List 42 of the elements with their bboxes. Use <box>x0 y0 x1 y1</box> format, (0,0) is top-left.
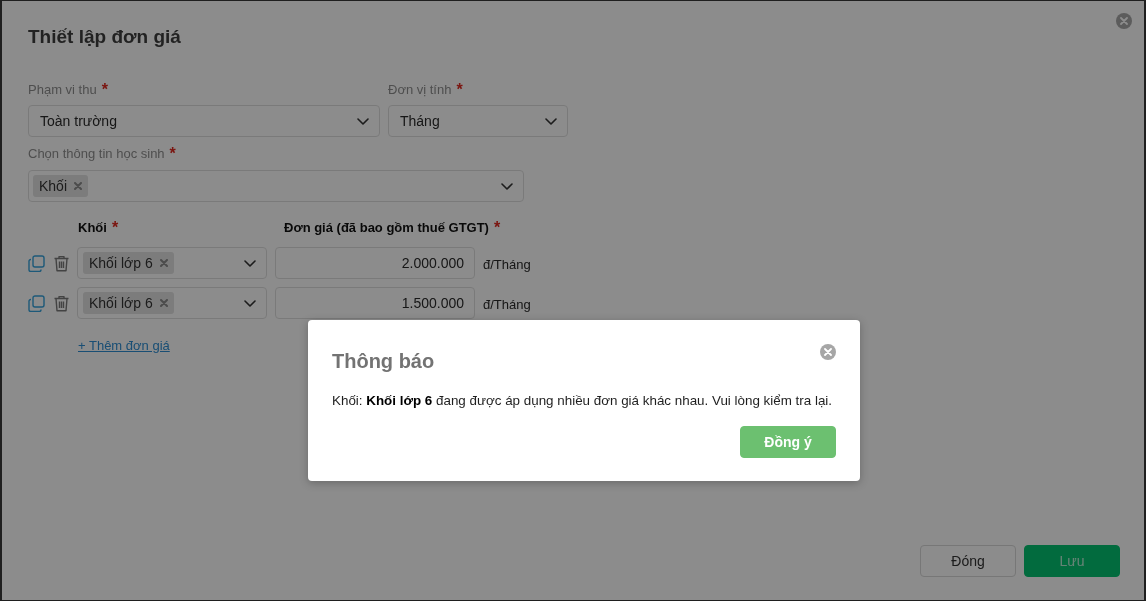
column-header: Đơn giá (đã bao gồm thuế GTGT) <box>284 220 489 236</box>
confirm-button[interactable]: Đồng ý <box>740 426 836 458</box>
multi-select-field[interactable]: Khối lớp 6 <box>77 287 267 319</box>
required-asterisk: * <box>169 145 176 163</box>
copy-icon[interactable] <box>28 254 45 272</box>
tag-label: Khối lớp 6 <box>89 295 153 311</box>
trash-icon[interactable] <box>53 294 70 312</box>
required-asterisk: * <box>111 219 119 237</box>
close-button[interactable]: Đóng <box>920 545 1016 577</box>
required-asterisk: * <box>456 81 463 99</box>
notice-title: Thông báo <box>332 349 435 374</box>
chevron-down-icon <box>244 299 256 307</box>
remove-icon[interactable] <box>159 259 168 267</box>
chevron-down-icon <box>357 117 369 125</box>
unit-label: đ/Tháng <box>483 295 531 312</box>
column-header: Khối <box>78 220 107 236</box>
close-icon[interactable] <box>820 344 836 360</box>
close-icon[interactable] <box>1116 13 1132 29</box>
tag-label: Khối lớp 6 <box>89 255 153 271</box>
tag-label: Khối <box>39 178 68 194</box>
add-price-link[interactable]: + Thêm đơn giá <box>78 338 170 354</box>
price-input[interactable]: 2.000.000 <box>275 247 475 279</box>
required-asterisk: * <box>493 219 501 237</box>
field-label: Đơn vị tính <box>388 82 452 98</box>
copy-icon[interactable] <box>28 294 45 312</box>
chevron-down-icon <box>545 117 557 125</box>
notice-message: Khối: Khối lớp 6 đang được áp dụng nhiều đơn giá khác nhau. Vui lòng kiểm tra lại. <box>332 392 833 410</box>
field-label: Chọn thông tin học sinh <box>28 146 165 162</box>
select-field[interactable]: Tháng <box>388 105 568 137</box>
required-asterisk: * <box>101 81 108 99</box>
multi-select-field[interactable]: Khối <box>28 170 524 202</box>
select-field[interactable]: Toàn trường <box>28 105 380 137</box>
remove-icon[interactable] <box>159 299 168 307</box>
price-input[interactable]: 1.500.000 <box>275 287 475 319</box>
chevron-down-icon <box>501 182 513 190</box>
trash-icon[interactable] <box>53 254 70 272</box>
remove-icon[interactable] <box>74 182 83 190</box>
chevron-down-icon <box>244 259 256 267</box>
multi-select-field[interactable]: Khối lớp 6 <box>77 247 267 279</box>
unit-label: đ/Tháng <box>483 255 531 272</box>
dialog-title: Thiết lập đơn giá <box>28 25 181 49</box>
field-label: Phạm vi thu <box>28 82 97 98</box>
